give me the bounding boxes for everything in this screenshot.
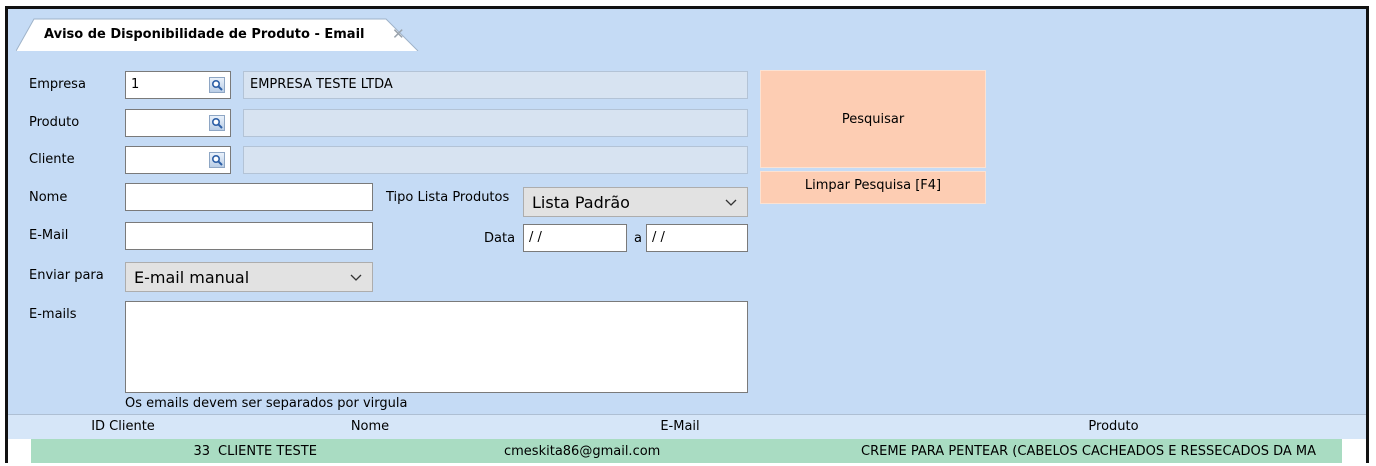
column-header-produto[interactable]: Produto [858, 419, 1366, 434]
tipo-lista-label: Tipo Lista Produtos [386, 190, 510, 205]
data-from-input[interactable]: / / [523, 224, 627, 252]
data-to-input[interactable]: / / [646, 224, 748, 252]
enviar-para-value: E-mail manual [134, 268, 250, 287]
search-button-label: Pesquisar [841, 111, 905, 127]
cliente-lookup-button[interactable] [209, 152, 225, 168]
enviar-para-label: Enviar para [29, 268, 104, 283]
tab-title: Aviso de Disponibilidade de Produto - Em… [44, 27, 365, 42]
cell-produto: CREME PARA PENTEAR (CABELOS CACHEADOS E … [858, 439, 1342, 463]
cliente-label: Cliente [29, 152, 75, 167]
close-icon[interactable]: ✕ [392, 25, 405, 43]
empresa-code-value: 1 [131, 77, 140, 92]
email-label: E-Mail [29, 228, 69, 243]
column-header-nome[interactable]: Nome [238, 419, 502, 434]
clear-search-button[interactable]: Limpar Pesquisa [F4] [760, 171, 986, 204]
empresa-name-value: EMPRESA TESTE LTDA [250, 77, 393, 92]
data-to-value: / / [652, 230, 665, 245]
cliente-name-display [243, 146, 748, 174]
cell-nome: CLIENTE TESTE [212, 439, 502, 463]
app-window: Aviso de Disponibilidade de Produto - Em… [5, 6, 1369, 463]
search-button[interactable]: Pesquisar [760, 70, 986, 168]
nome-input[interactable] [125, 183, 373, 211]
tab-aviso-disponibilidade[interactable]: Aviso de Disponibilidade de Produto - Em… [16, 17, 428, 51]
emails-hint: Os emails devem ser separados por virgul… [125, 396, 408, 411]
emails-textarea[interactable] [125, 301, 748, 393]
chevron-down-icon [725, 199, 737, 206]
column-header-email[interactable]: E-Mail [502, 419, 858, 434]
data-separator: a [634, 231, 642, 246]
email-input[interactable] [125, 222, 373, 250]
column-header-id-cliente[interactable]: ID Cliente [8, 419, 238, 434]
tipo-lista-value: Lista Padrão [532, 193, 630, 212]
clear-search-button-label: Limpar Pesquisa [F4] [804, 178, 942, 193]
magnifier-icon [211, 117, 223, 129]
data-from-value: / / [529, 230, 542, 245]
tipo-lista-select[interactable]: Lista Padrão [523, 187, 748, 217]
produto-label: Produto [29, 115, 80, 130]
chevron-down-icon [350, 274, 362, 281]
tab-strip: Aviso de Disponibilidade de Produto - Em… [8, 9, 1366, 51]
empresa-label: Empresa [29, 77, 86, 92]
enviar-para-select[interactable]: E-mail manual [125, 262, 373, 292]
produto-lookup-button[interactable] [209, 115, 225, 131]
magnifier-icon [211, 154, 223, 166]
cell-email: cmeskita86@gmail.com [502, 439, 858, 463]
data-label: Data [484, 231, 516, 246]
cell-id-cliente: 33 [31, 439, 212, 463]
results-grid-header: ID Cliente Nome E-Mail Produto [8, 414, 1366, 440]
empresa-lookup-button[interactable] [209, 77, 225, 93]
empresa-name-display: EMPRESA TESTE LTDA [243, 71, 748, 99]
nome-label: Nome [29, 190, 68, 205]
table-row[interactable]: 33 CLIENTE TESTE cmeskita86@gmail.com CR… [8, 439, 1366, 463]
emails-label: E-mails [29, 307, 77, 322]
magnifier-icon [211, 79, 223, 91]
produto-name-display [243, 109, 748, 137]
